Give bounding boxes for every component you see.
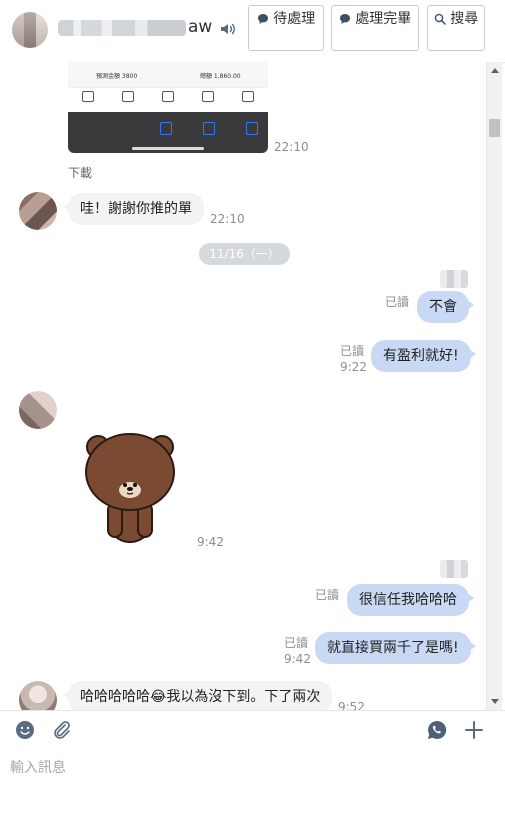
done-label: 處理完畢 (355, 11, 412, 27)
incoming-message[interactable]: 哈哈哈哈哈😂我以為沒下到。下了兩次 (62, 681, 333, 710)
composer-toolbar (0, 710, 505, 750)
read-status: 已讀 (315, 588, 340, 602)
read-status: 已讀 (385, 295, 410, 309)
chat-scrollbar[interactable] (486, 62, 502, 710)
screenshot-tab-icon (122, 91, 134, 102)
message-time: 9:42 (284, 652, 311, 666)
screenshot-label-left: 預測金額 3800 (96, 73, 138, 80)
scroll-down-arrow[interactable] (491, 699, 499, 704)
screenshot-browser-bar (68, 112, 268, 153)
scroll-up-arrow[interactable] (491, 68, 499, 73)
emoji-icon[interactable] (14, 719, 36, 741)
chat-header: aw 待處理 處理完畢 搜尋 (0, 0, 505, 63)
message-list[interactable]: 預測金額 3800 總額 1,860.00 22:10 下載 哇！謝謝你推的單 … (0, 62, 486, 710)
message-input[interactable] (10, 757, 490, 779)
sender-avatar (440, 270, 468, 288)
message-time: 22:10 (210, 212, 245, 226)
screenshot-tab-bar (68, 88, 268, 112)
screenshot-summary-row: 預測金額 3800 總額 1,860.00 (68, 62, 268, 88)
composer (0, 749, 505, 833)
home-indicator (132, 147, 204, 150)
contact-name: aw (188, 17, 213, 37)
outgoing-message[interactable]: 很信任我哈哈哈 (347, 584, 474, 616)
search-label: 搜尋 (450, 11, 479, 27)
contact-avatar[interactable] (19, 681, 57, 710)
date-divider: 11/16（一） (199, 243, 290, 265)
outgoing-message[interactable]: 有盈利就好! (371, 340, 476, 372)
incoming-message[interactable]: 哇！謝謝你推的單 (63, 193, 204, 225)
outgoing-message[interactable]: 就直接買兩千了是嗎! (315, 632, 476, 664)
done-button[interactable]: 處理完畢 (331, 5, 419, 51)
read-status: 已讀 (284, 636, 309, 650)
message-time: 9:42 (197, 535, 224, 549)
search-button[interactable]: 搜尋 (427, 5, 485, 51)
contact-avatar[interactable] (19, 192, 57, 230)
tabs-icon (246, 122, 258, 135)
pending-button[interactable]: 待處理 (248, 5, 324, 51)
speaker-icon[interactable] (219, 20, 237, 38)
read-status: 已讀 (340, 344, 365, 358)
plus-icon[interactable] (463, 719, 485, 741)
whatsapp-icon[interactable] (426, 719, 448, 741)
sender-avatar (440, 560, 468, 578)
brown-bear-sticker[interactable] (84, 427, 176, 543)
contact-avatar[interactable] (19, 391, 57, 429)
screenshot-tab-icon (242, 91, 254, 102)
screenshot-tab-icon (162, 91, 174, 102)
search-icon (434, 13, 446, 25)
scrollbar-thumb[interactable] (489, 119, 500, 137)
screenshot-tab-icon (82, 91, 94, 102)
book-icon (203, 122, 215, 135)
shared-screenshot-image[interactable]: 預測金額 3800 總額 1,860.00 (68, 62, 268, 153)
share-icon (160, 122, 172, 135)
screenshot-tab-icon (202, 91, 214, 102)
chat-bubble-icon (257, 14, 268, 24)
pending-label: 待處理 (273, 11, 316, 27)
download-link[interactable]: 下載 (68, 164, 92, 181)
contact-avatar[interactable] (12, 12, 48, 48)
contact-name-blurred (58, 20, 186, 36)
message-time: 9:22 (340, 360, 367, 374)
screenshot-label-right: 總額 1,860.00 (200, 73, 241, 80)
message-time: 9:52 (338, 700, 365, 710)
paperclip-icon[interactable] (50, 719, 72, 741)
outgoing-message[interactable]: 不會 (417, 291, 474, 323)
message-time: 22:10 (274, 140, 309, 154)
chat-bubble-icon (339, 14, 350, 24)
